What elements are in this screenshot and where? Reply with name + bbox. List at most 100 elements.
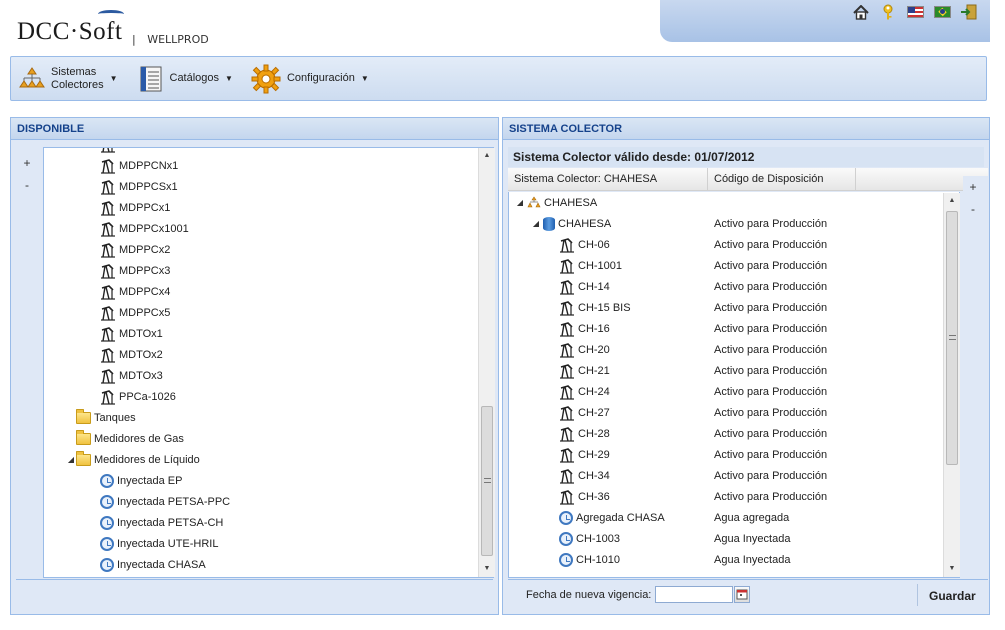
table-row[interactable]: CH-1010 Agua Inyectada <box>509 549 945 570</box>
tree-item[interactable]: MDTOx2 <box>90 344 163 365</box>
table-row[interactable]: ◢ CHAHESA Activo para Producción <box>509 213 945 234</box>
table-row[interactable]: CH-34 Activo para Producción <box>509 465 945 486</box>
tree-item-icon-wrap <box>559 237 575 253</box>
key-icon[interactable] <box>879 4 897 20</box>
sistema-cell: ◢ CHAHESA <box>515 196 597 209</box>
sistemas-colectores-menu[interactable]: Sistemas Colectores ▼ <box>11 59 124 99</box>
well-pump-icon <box>559 321 575 337</box>
table-row[interactable]: CH-1003 Agua Inyectada <box>509 528 945 549</box>
tree-expander-icon[interactable]: ◢ <box>66 455 76 464</box>
scroll-up-arrow[interactable]: ▲ <box>479 148 495 164</box>
home-icon[interactable] <box>852 4 870 20</box>
tree-item[interactable]: Inyectada EP <box>90 470 182 491</box>
table-row[interactable]: CH-16 Activo para Producción <box>509 318 945 339</box>
tree-item[interactable]: MDTOx1 <box>90 323 163 344</box>
tree-item[interactable]: MDPPCx1 <box>90 197 170 218</box>
tree-item[interactable]: Medidores de Gas <box>66 428 184 449</box>
tree-item-icon-wrap <box>559 384 575 400</box>
scroll-thumb[interactable] <box>946 211 958 465</box>
col-codigo-disposicion[interactable]: Código de Disposición <box>708 168 856 191</box>
tree-expander-icon[interactable]: ◢ <box>531 219 541 228</box>
table-row[interactable]: CH-1001 Activo para Producción <box>509 255 945 276</box>
sistema-label: CH-29 <box>578 448 610 461</box>
sistema-label: CH-06 <box>578 238 610 251</box>
codigo-disposicion-cell: Agua Inyectada <box>714 553 791 566</box>
table-row[interactable]: CH-29 Activo para Producción <box>509 444 945 465</box>
scroll-up-arrow[interactable]: ▲ <box>944 193 960 209</box>
col-sistema-colector[interactable]: Sistema Colector: CHAHESA <box>508 168 708 191</box>
tree-item[interactable]: MDPPCx2 <box>90 239 170 260</box>
left-tree-scrollbar[interactable]: ▲ ▼ <box>478 148 495 577</box>
remove-button[interactable]: - <box>963 198 983 220</box>
codigo-disposicion-cell: Activo para Producción <box>714 427 828 440</box>
tree-item[interactable]: Inyectada PETSA-PPC <box>90 491 230 512</box>
tree-item-label: MDPPCx1001 <box>119 222 189 235</box>
scroll-down-arrow[interactable]: ▼ <box>944 561 960 577</box>
codigo-disposicion-cell: Agua agregada <box>714 511 790 524</box>
sistemas-colectores-label: Sistemas Colectores <box>51 66 104 92</box>
tree-item-icon-wrap <box>559 363 575 379</box>
tree-item-icon-wrap <box>559 321 575 337</box>
tree-item[interactable]: MDPPCSx1 <box>90 176 178 197</box>
tree-expander-icon[interactable]: ◢ <box>515 198 525 207</box>
sistema-label: CH-14 <box>578 280 610 293</box>
table-row[interactable]: CH-27 Activo para Producción <box>509 402 945 423</box>
tree-item[interactable]: MDPPCx3 <box>90 260 170 281</box>
tree-item-label: MDTOx2 <box>119 348 163 361</box>
flag-br-icon[interactable] <box>933 4 951 20</box>
org-chart-icon <box>19 66 45 92</box>
calendar-icon[interactable] <box>734 586 750 603</box>
tree-item[interactable]: Inyectada CHASA <box>90 554 206 575</box>
table-row[interactable]: CH-28 Activo para Producción <box>509 423 945 444</box>
well-pump-icon <box>559 342 575 358</box>
tree-item-icon-wrap <box>100 326 116 342</box>
guardar-button[interactable]: Guardar <box>929 589 976 603</box>
fecha-input[interactable] <box>655 586 733 603</box>
tree-item[interactable]: Tanques <box>66 407 136 428</box>
table-row[interactable]: Agregada CHASA Agua agregada <box>509 507 945 528</box>
expand-all-button[interactable]: + <box>17 152 37 174</box>
tree-item-icon-wrap <box>527 196 541 209</box>
tree-item-icon-wrap <box>559 258 575 274</box>
tree-item[interactable]: Inyectada UTE-HRIL <box>90 533 218 554</box>
table-row[interactable]: CH-15 BIS Activo para Producción <box>509 297 945 318</box>
sistema-colector-tree[interactable]: ◢ CHAHESA ◢ CHAHESA Activo para Producción CH… <box>508 192 960 578</box>
disponible-panel: DISPONIBLE + - PPC-1007 MDPPCNx1 MDPPCSx1 M… <box>10 117 499 615</box>
tree-item[interactable]: Inyectada PETSA-CH <box>90 512 223 533</box>
tree-item[interactable]: PPCa-1026 <box>90 386 176 407</box>
tree-item-label: MDPPCx2 <box>119 243 171 256</box>
scroll-thumb[interactable] <box>481 406 493 556</box>
chevron-down-icon: ▼ <box>225 74 233 83</box>
logout-icon[interactable] <box>960 4 978 20</box>
catalogos-menu[interactable]: Catálogos ▼ <box>130 59 239 99</box>
sistema-label: CH-34 <box>578 469 610 482</box>
tree-item[interactable]: MDPPCx5 <box>90 302 170 323</box>
tree-item-icon-wrap <box>100 389 116 405</box>
right-tree-scrollbar[interactable]: ▲ ▼ <box>943 193 960 577</box>
sistema-label: Agregada CHASA <box>576 511 665 524</box>
table-row[interactable]: CH-21 Activo para Producción <box>509 360 945 381</box>
table-row[interactable]: CH-06 Activo para Producción <box>509 234 945 255</box>
tree-item[interactable]: MDPPCNx1 <box>90 155 178 176</box>
tree-item-icon-wrap <box>76 450 91 466</box>
collapse-all-button[interactable]: - <box>17 174 37 196</box>
disponible-tree[interactable]: PPC-1007 MDPPCNx1 MDPPCSx1 MDPPCx1 MDPPCx100… <box>43 147 494 578</box>
add-button[interactable]: + <box>963 176 983 198</box>
table-row[interactable]: CH-14 Activo para Producción <box>509 276 945 297</box>
table-row[interactable]: CH-24 Activo para Producción <box>509 381 945 402</box>
tree-item[interactable]: MDPPCx4 <box>90 281 170 302</box>
table-row[interactable]: ◢ CHAHESA <box>509 192 945 213</box>
tree-item[interactable]: MDTOx3 <box>90 365 163 386</box>
configuracion-menu[interactable]: Configuración ▼ <box>243 59 375 99</box>
tree-item-label: Inyectada PETSA-CH <box>117 516 224 529</box>
scroll-down-arrow[interactable]: ▼ <box>479 561 495 577</box>
tree-item-icon-wrap <box>543 216 555 231</box>
table-row[interactable]: CH-36 Activo para Producción <box>509 486 945 507</box>
tree-item-label: MDPPCx5 <box>119 306 171 319</box>
meter-icon <box>559 510 573 525</box>
tree-item[interactable]: ◢ Medidores de Líquido <box>66 449 200 470</box>
tree-item[interactable]: MDPPCx1001 <box>90 218 189 239</box>
tree-item[interactable]: PPC-1007 <box>90 148 170 155</box>
flag-us-icon[interactable] <box>906 4 924 20</box>
table-row[interactable]: CH-20 Activo para Producción <box>509 339 945 360</box>
